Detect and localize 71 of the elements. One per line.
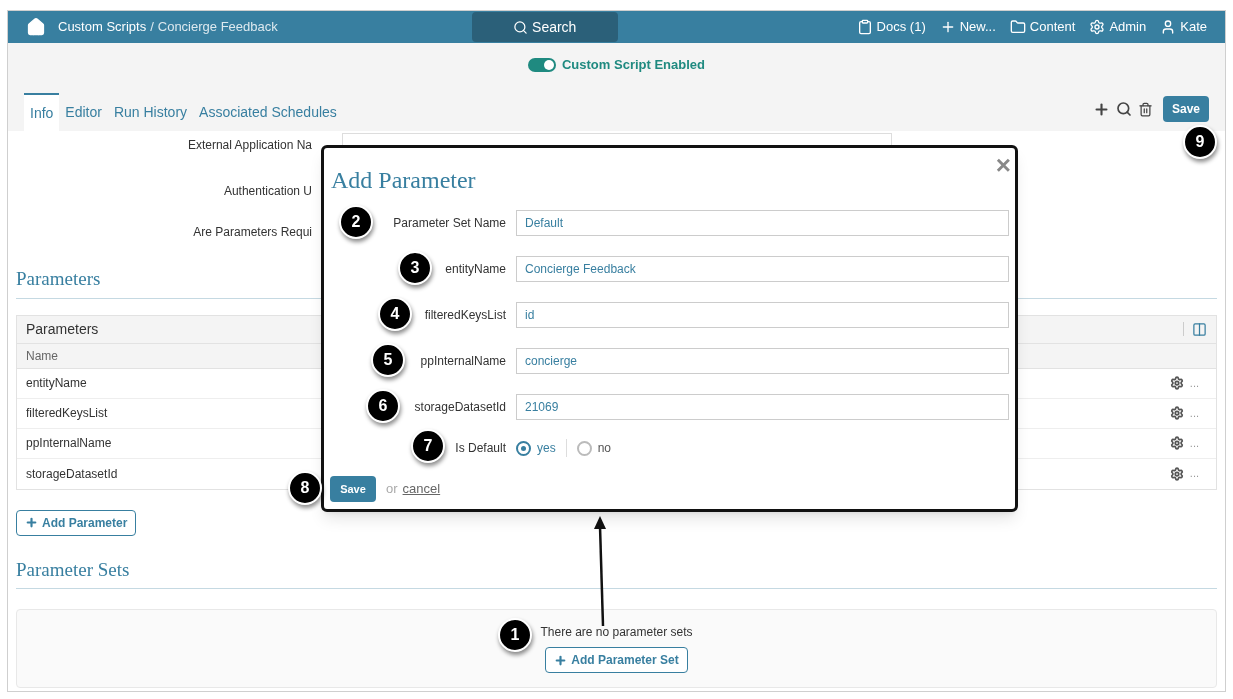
table-cell-text: storageDatasetId (26, 465, 118, 483)
field-label: entityName (445, 261, 506, 278)
step-number-badge: 9 (1183, 125, 1217, 159)
text-field[interactable]: Default (516, 210, 1009, 236)
close-button[interactable]: × (995, 152, 1011, 178)
breadcrumb-link[interactable]: Custom Scripts (58, 17, 147, 37)
radio-button[interactable] (516, 440, 531, 456)
tab[interactable]: Info (24, 93, 60, 131)
plus-icon[interactable] (1093, 100, 1110, 118)
nav-link[interactable]: Docs (1) (856, 17, 926, 37)
plus-icon (554, 653, 568, 667)
radio-button[interactable] (576, 440, 592, 456)
more-link[interactable]: ... (1189, 434, 1199, 452)
cancel-link[interactable]: cancel (402, 479, 441, 499)
form-label: External Application Na (187, 137, 312, 154)
form-label: Are Parameters Requi (193, 224, 312, 241)
table-cell-text: filteredKeysList (26, 405, 108, 422)
field-label: storageDatasetId (414, 399, 506, 416)
settings-icon (1089, 19, 1106, 35)
field-label: Parameter Set Name (393, 215, 506, 232)
field-label: ppInternalName (420, 353, 506, 370)
search-icon (513, 19, 529, 35)
add-parameter-set-button[interactable]: Add Parameter Set (545, 647, 688, 673)
column-header: Name (26, 347, 58, 365)
save-button[interactable]: Save (330, 476, 376, 502)
or-text: or (386, 480, 398, 499)
radio-label: yes (537, 440, 556, 457)
more-link[interactable]: ... (1189, 465, 1199, 482)
nav-link[interactable]: Admin (1089, 17, 1147, 37)
text-field[interactable]: concierge (516, 348, 1009, 374)
gear-icon[interactable] (1169, 376, 1184, 390)
gear-icon[interactable] (1169, 466, 1184, 481)
nav-link[interactable]: New... (939, 17, 996, 37)
save-button[interactable]: Save (1163, 96, 1209, 122)
search-button[interactable]: Search (471, 12, 618, 42)
text-field[interactable]: id (516, 302, 1009, 328)
breadcrumb-separator: / (150, 18, 154, 37)
table-cell-text: ppInternalName (26, 435, 112, 452)
columns-icon[interactable] (1192, 321, 1207, 337)
nav-link[interactable]: Content (1009, 17, 1076, 37)
more-link[interactable]: ... (1189, 404, 1199, 422)
step-number-badge: 8 (288, 471, 322, 505)
text-field[interactable]: 21069 (516, 394, 1009, 420)
empty-message: There are no parameter sets (540, 624, 693, 641)
text-field[interactable]: Concierge Feedback (516, 256, 1009, 282)
tab[interactable]: Editor (59, 93, 108, 131)
gear-icon[interactable] (1169, 406, 1184, 420)
toggle-switch[interactable] (528, 57, 556, 72)
trash-icon[interactable] (1138, 101, 1153, 117)
form-label: Authentication U (223, 183, 312, 200)
page-title: Concierge Feedback (157, 18, 278, 37)
section-heading: Parameters (16, 268, 101, 289)
section-heading: Parameter Sets (16, 558, 130, 580)
table-cell-text: entityName (26, 375, 87, 392)
more-link[interactable]: ... (1189, 374, 1199, 392)
plus-icon (25, 516, 38, 529)
nav-link[interactable]: Kate (1160, 17, 1207, 37)
home-icon[interactable] (26, 17, 46, 37)
radio-label: no (597, 440, 612, 457)
field-label: filteredKeysList (424, 307, 506, 324)
tab[interactable]: Associated Schedules (193, 93, 343, 131)
dialog-title: Add Parameter (331, 166, 476, 195)
toggle-label: Custom Script Enabled (562, 56, 705, 74)
folder-icon (1009, 19, 1026, 35)
add-parameter-button[interactable]: Add Parameter (16, 509, 137, 536)
table-title: Parameters (26, 319, 99, 339)
tab[interactable]: Run History (107, 93, 194, 131)
gear-icon[interactable] (1169, 436, 1184, 450)
search-icon[interactable] (1116, 101, 1132, 117)
clipboard-icon (856, 19, 873, 35)
field-label: Is Default (455, 440, 506, 457)
